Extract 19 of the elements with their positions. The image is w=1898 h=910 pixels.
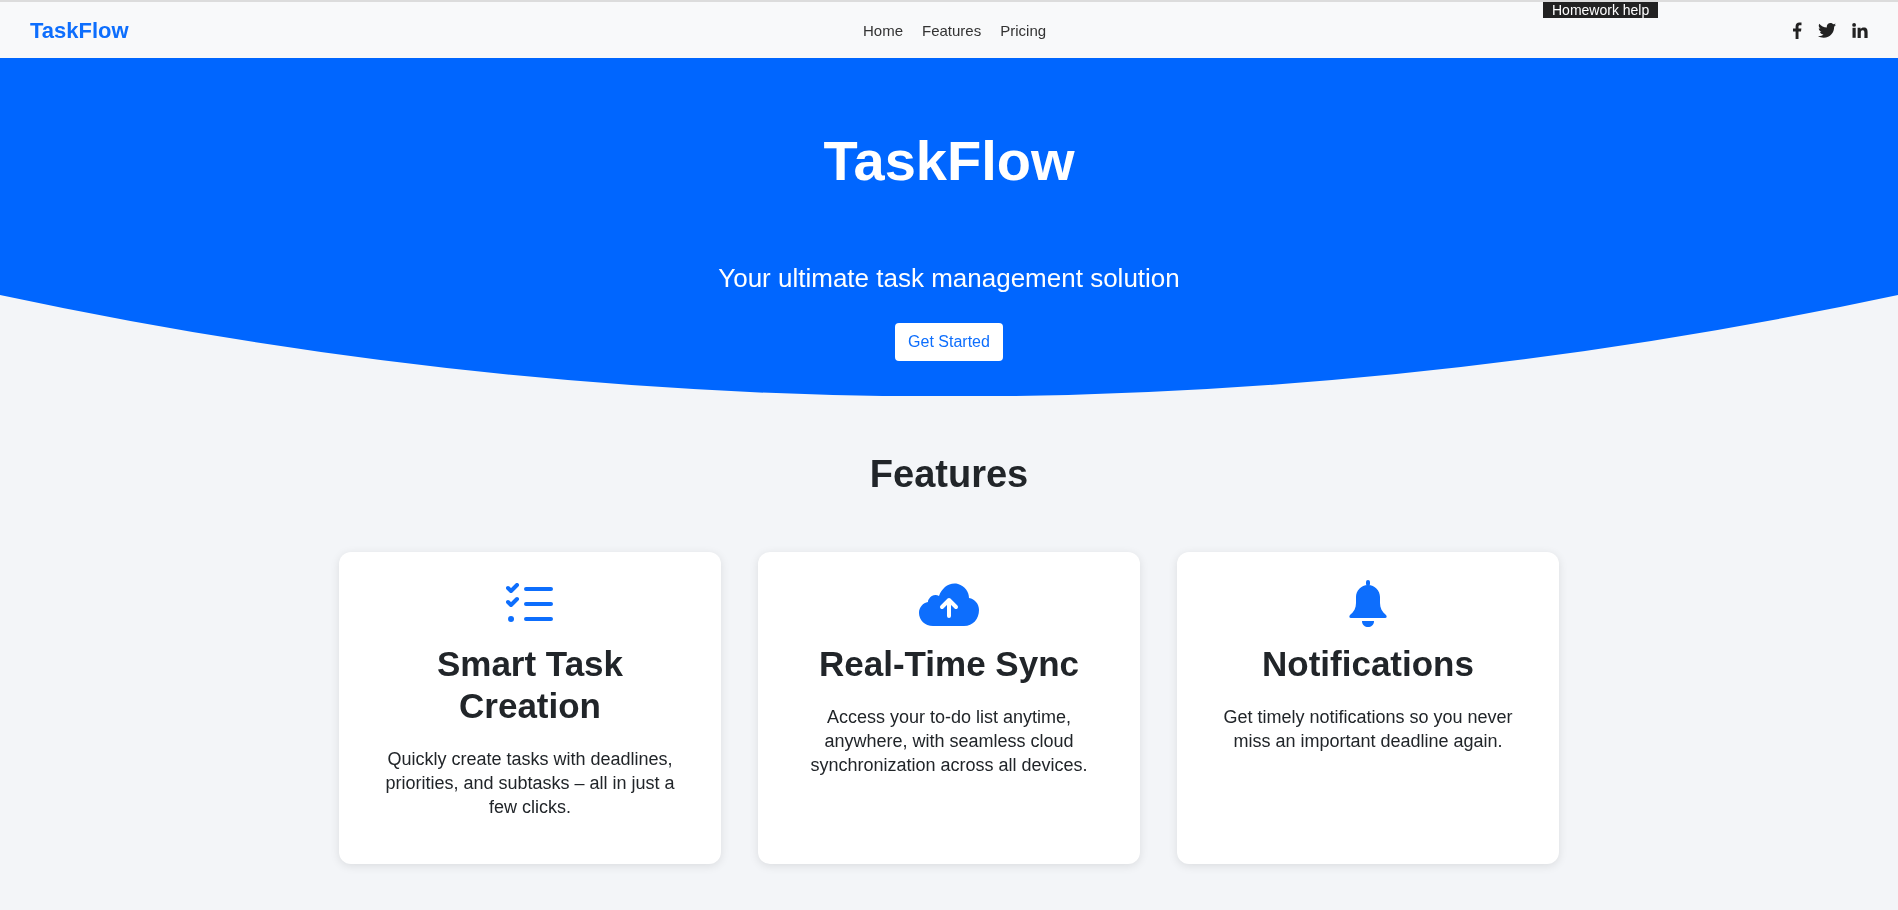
twitter-icon[interactable] bbox=[1818, 22, 1836, 38]
nav-link[interactable]: Features bbox=[922, 20, 982, 43]
hero-title: TaskFlow bbox=[823, 133, 1075, 189]
linkedin-icon[interactable] bbox=[1852, 22, 1868, 38]
nav-link[interactable]: Pricing bbox=[1000, 20, 1047, 43]
card-title: Real-Time Sync bbox=[819, 643, 1079, 685]
brand-logo[interactable]: TaskFlow bbox=[30, 13, 129, 47]
card-description: Access your to-do list anytime, anywhere, with seamless cloud synchronization across all devices. bbox=[809, 706, 1089, 777]
card-title: Smart Task Creation bbox=[435, 643, 625, 727]
tooltip: Homework help bbox=[1543, 2, 1659, 18]
card-title: Notifications bbox=[1262, 643, 1474, 685]
card-description: Quickly create tasks with deadlines, priorities, and subtasks – all in just a few clicks. bbox=[384, 748, 676, 819]
features-heading: Features bbox=[868, 452, 1030, 497]
hero-subtitle: Your ultimate task management solution bbox=[718, 262, 1180, 295]
bell-icon bbox=[1347, 580, 1389, 628]
nav-link[interactable]: Home bbox=[863, 20, 903, 43]
card-description: Get timely notifications so you never miss an important deadline again. bbox=[1222, 706, 1514, 753]
facebook-icon[interactable] bbox=[1792, 21, 1802, 39]
get-started-button[interactable]: Get Started bbox=[895, 323, 1003, 361]
